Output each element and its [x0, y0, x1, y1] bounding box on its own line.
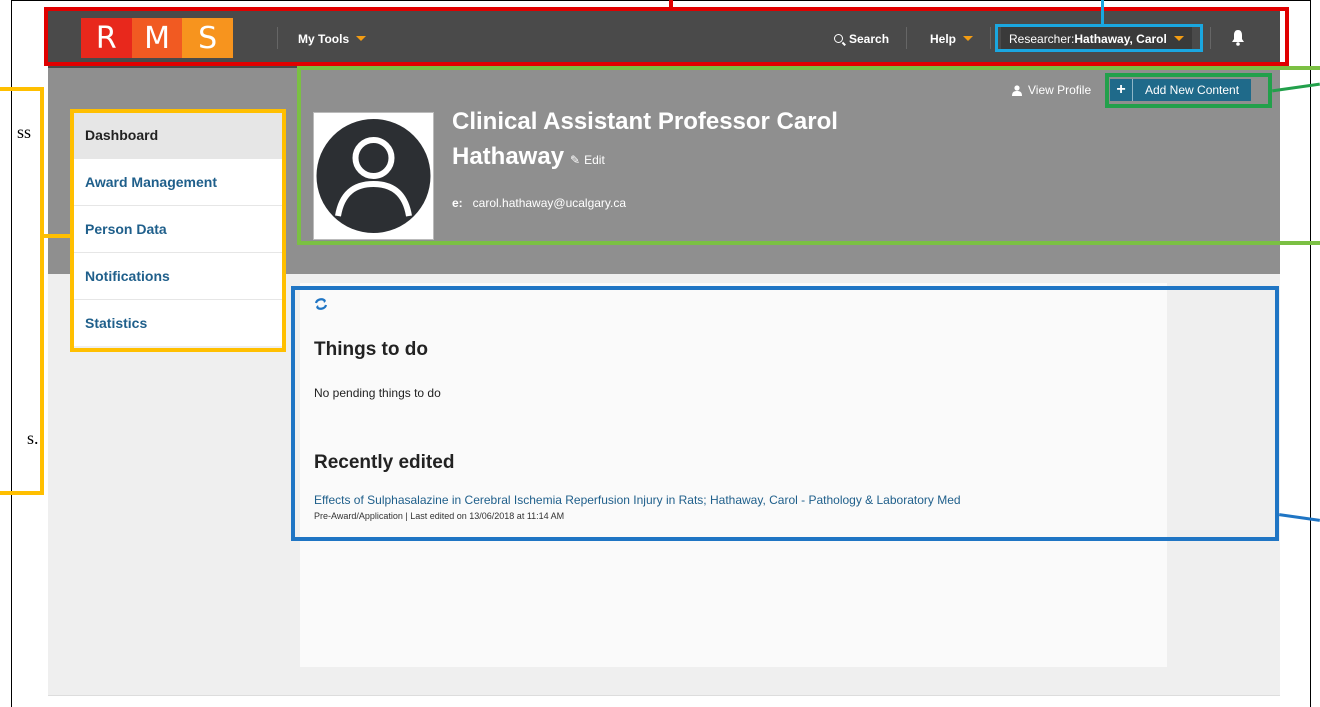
annotation-box-dashboard [291, 286, 1279, 541]
annotation-connector [1101, 0, 1104, 24]
annotation-connector [44, 234, 70, 238]
footer-band [48, 695, 1280, 707]
annotation-connector [1278, 513, 1320, 522]
annotation-box-sidebar [70, 109, 286, 352]
annotation-callout-sidebar [0, 87, 44, 495]
annotation-box-add-content [1105, 73, 1272, 108]
frame-top-border [11, 0, 1311, 1]
annotation-box-researcher [995, 24, 1203, 52]
